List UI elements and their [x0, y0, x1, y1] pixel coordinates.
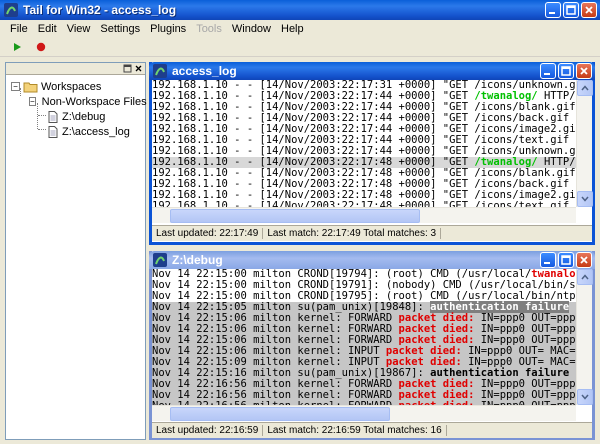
menu-view[interactable]: View: [62, 23, 96, 35]
scroll-down-button[interactable]: [577, 389, 593, 405]
tail-icon: [153, 64, 167, 78]
access-log-vertical-scrollbar[interactable]: [576, 80, 593, 207]
access-log-horizontal-scrollbar[interactable]: [152, 207, 576, 223]
last-match-label: Last match: 22:17:49 Total matches: 3: [263, 228, 442, 239]
tree-node-non-workspace-files[interactable]: − Non-Workspace Files: [6, 94, 147, 109]
access-log-title: access_log: [172, 64, 237, 78]
log-text: 192.168.1.10 - - [14/Nov/2003:22:17:48 +…: [152, 200, 576, 208]
debug-minimize-button[interactable]: [540, 252, 556, 268]
menu-file[interactable]: File: [5, 23, 33, 35]
pane-pin-icon[interactable]: [123, 64, 132, 73]
debug-horizontal-scrollbar[interactable]: [152, 405, 576, 421]
close-icon: [580, 256, 588, 264]
last-updated-label: Last updated: 22:17:49: [152, 228, 264, 239]
debug-window: Z:\debug Nov 14 22:15:00 milton CROND[19…: [149, 251, 595, 440]
arrow-up-icon: [581, 85, 589, 91]
menu-plugins[interactable]: Plugins: [145, 23, 191, 35]
collapse-icon[interactable]: −: [29, 97, 36, 106]
close-button[interactable]: [581, 2, 597, 18]
debug-title-bar[interactable]: Z:\debug: [149, 251, 595, 269]
last-match-label: Last match: 22:16:59 Total matches: 16: [263, 425, 447, 436]
tree-label-debug: Z:\debug: [62, 110, 106, 123]
minimize-icon: [549, 12, 555, 14]
scroll-up-button[interactable]: [577, 269, 593, 285]
maximize-icon: [561, 66, 571, 76]
access-log-maximize-button[interactable]: [558, 63, 574, 79]
collapse-icon[interactable]: −: [11, 82, 20, 91]
access-log-output[interactable]: 192.168.1.10 - - [14/Nov/2003:22:17:31 +…: [152, 80, 576, 207]
app-window: Tail for Win32 - access_log File Edit Vi…: [0, 0, 600, 444]
access-log-minimize-button[interactable]: [540, 63, 556, 79]
last-updated-label: Last updated: 22:16:59: [152, 425, 264, 436]
tree-label-access-log: Z:\access_log: [62, 125, 130, 138]
close-icon: [585, 6, 593, 14]
maximize-icon: [561, 255, 571, 265]
scroll-up-button[interactable]: [577, 80, 593, 96]
minimize-icon: [544, 262, 550, 264]
maximize-icon: [566, 5, 576, 15]
debug-close-button[interactable]: [576, 252, 592, 268]
stop-button[interactable]: [34, 40, 48, 54]
menu-edit[interactable]: Edit: [33, 23, 62, 35]
workspace-tree: − Workspaces − Non-Workspace Files Z:\de…: [6, 75, 147, 139]
title-bar[interactable]: Tail for Win32 - access_log: [0, 0, 600, 20]
minimize-icon: [544, 73, 550, 75]
tree-label-non-workspace-files: Non-Workspace Files: [41, 95, 147, 108]
debug-maximize-button[interactable]: [558, 252, 574, 268]
debug-title: Z:\debug: [172, 253, 223, 267]
tree-label-workspaces: Workspaces: [41, 80, 102, 93]
tree-node-workspaces[interactable]: − Workspaces: [6, 79, 145, 94]
debug-vertical-scrollbar[interactable]: [576, 269, 593, 405]
access-log-title-bar[interactable]: access_log: [149, 62, 595, 80]
play-icon: [14, 42, 21, 51]
stop-icon: [36, 42, 46, 51]
arrow-down-icon: [581, 394, 589, 400]
pane-close-icon[interactable]: [134, 64, 143, 73]
start-button[interactable]: [10, 40, 24, 54]
workspace-pane-caption: [6, 63, 145, 75]
close-icon: [580, 67, 588, 75]
debug-status-bar: Last updated: 22:16:59 Last match: 22:16…: [152, 422, 592, 438]
scroll-thumb[interactable]: [170, 407, 390, 421]
file-icon: [48, 125, 58, 138]
window-title: Tail for Win32 - access_log: [23, 3, 177, 17]
access-log-close-button[interactable]: [576, 63, 592, 79]
arrow-up-icon: [581, 274, 589, 280]
access-log-window: access_log 192.168.1.10 - - [14/Nov/2003…: [149, 62, 595, 245]
app-icon: [4, 3, 18, 17]
maximize-button[interactable]: [563, 2, 579, 18]
menu-help[interactable]: Help: [276, 23, 309, 35]
arrow-down-icon: [581, 196, 589, 202]
menu-bar: File Edit View Settings Plugins Tools Wi…: [0, 20, 600, 37]
menu-settings[interactable]: Settings: [95, 23, 145, 35]
menu-window[interactable]: Window: [227, 23, 276, 35]
menu-tools[interactable]: Tools: [191, 23, 227, 35]
scroll-down-button[interactable]: [577, 191, 593, 207]
debug-log-output[interactable]: Nov 14 22:15:00 milton CROND[19794]: (ro…: [152, 269, 576, 405]
tree-node-debug[interactable]: Z:\debug: [6, 109, 145, 124]
folder-icon: [23, 82, 38, 92]
tree-node-access-log[interactable]: Z:\access_log: [6, 124, 145, 139]
minimize-button[interactable]: [545, 2, 561, 18]
toolbar: [0, 37, 600, 57]
workspace-pane: − Workspaces − Non-Workspace Files Z:\de…: [5, 62, 147, 440]
scroll-thumb[interactable]: [170, 209, 420, 223]
access-log-status-bar: Last updated: 22:17:49 Last match: 22:17…: [152, 225, 592, 241]
tail-icon: [153, 253, 167, 267]
file-icon: [48, 110, 58, 123]
